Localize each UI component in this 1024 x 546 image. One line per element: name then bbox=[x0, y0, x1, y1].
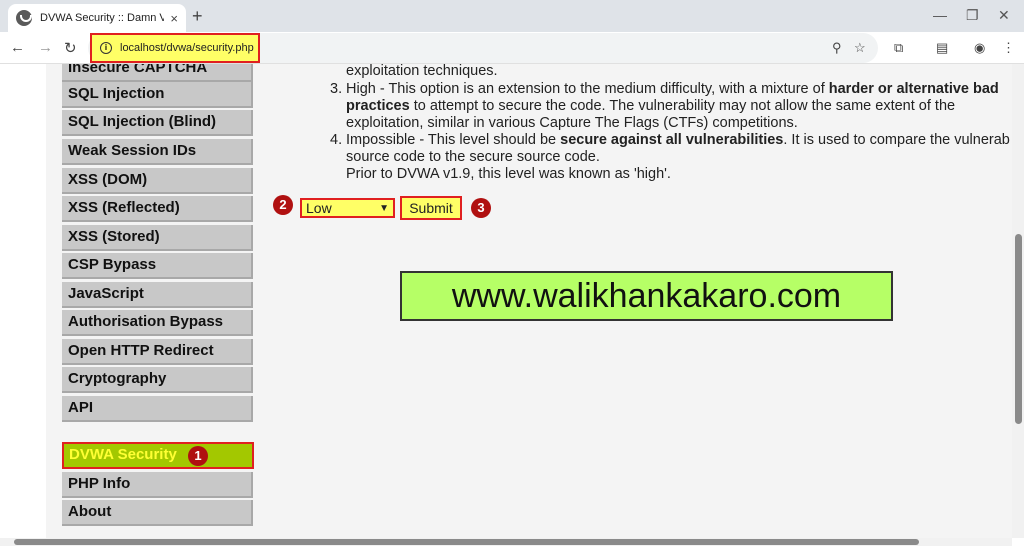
back-arrow-icon[interactable]: ← bbox=[10, 39, 25, 56]
watermark-banner: www.walikhankakaro.com bbox=[400, 271, 893, 321]
tab-close-icon[interactable]: × bbox=[170, 11, 178, 26]
sidebar-item-authorisation-bypass[interactable]: Authorisation Bypass bbox=[62, 310, 253, 336]
sidebar-item-cryptography[interactable]: Cryptography bbox=[62, 367, 253, 393]
tab-title: DVWA Security :: Damn Vulnera bbox=[40, 12, 165, 24]
text-span: to attempt to secure the code. The vulne… bbox=[409, 98, 956, 114]
text-line: practices to attempt to secure the code.… bbox=[346, 98, 955, 115]
sidebar-item-weak-session-ids[interactable]: Weak Session IDs bbox=[62, 139, 253, 165]
sidebar-item-xss-stored[interactable]: XSS (Stored) bbox=[62, 225, 253, 251]
sidebar-menu: Insecure CAPTCHA SQL Injection SQL Injec… bbox=[46, 64, 266, 538]
browser-tab[interactable]: DVWA Security :: Damn Vulnera × bbox=[8, 4, 186, 32]
sidebar-item-xss-reflected[interactable]: XSS (Reflected) bbox=[62, 196, 253, 222]
reading-list-icon[interactable]: ▤ bbox=[936, 40, 948, 56]
profile-icon[interactable]: ◉ bbox=[974, 40, 985, 56]
sidebar-item-label: DVWA Security bbox=[69, 446, 177, 463]
zoom-icon[interactable]: ⚲ bbox=[832, 40, 842, 56]
close-window-icon[interactable]: ✕ bbox=[998, 7, 1010, 24]
page-viewport: Insecure CAPTCHA SQL Injection SQL Injec… bbox=[0, 64, 1012, 538]
url-highlight[interactable]: i localhost/dvwa/security.php bbox=[90, 33, 260, 63]
chevron-down-icon: ▼ bbox=[379, 203, 389, 214]
text-line: Prior to DVWA v1.9, this level was known… bbox=[346, 166, 671, 182]
new-tab-button[interactable]: + bbox=[192, 6, 203, 27]
level-impossible-description: Impossible - This level should be secure… bbox=[346, 132, 1010, 149]
vertical-scrollbar[interactable] bbox=[1012, 64, 1024, 538]
level-high-description: High - This option is an extension to th… bbox=[346, 81, 999, 98]
sidebar-item-dvwa-security[interactable]: DVWA Security 1 bbox=[62, 442, 254, 469]
security-level-select[interactable]: Low ▼ bbox=[300, 198, 395, 218]
bold-text: secure against all vulnerabilities bbox=[560, 132, 784, 148]
sidebar-item-php-info[interactable]: PHP Info bbox=[62, 472, 253, 498]
step-badge-2: 2 bbox=[273, 195, 293, 215]
sidebar-item-open-http-redirect[interactable]: Open HTTP Redirect bbox=[62, 339, 253, 365]
sidebar-item-sql-injection[interactable]: SQL Injection bbox=[62, 82, 253, 108]
address-bar[interactable]: i localhost/dvwa/security.php ⚲ ☆ bbox=[88, 33, 878, 63]
bold-text: harder or alternative bad bbox=[828, 81, 999, 97]
sidebar-item-javascript[interactable]: JavaScript bbox=[62, 282, 253, 308]
tab-strip: DVWA Security :: Damn Vulnera × + — ❐ ✕ bbox=[0, 0, 1024, 32]
forward-arrow-icon[interactable]: → bbox=[38, 39, 53, 56]
bold-text: practices bbox=[346, 98, 410, 114]
restore-icon[interactable]: ❐ bbox=[966, 7, 979, 24]
vertical-scroll-thumb[interactable] bbox=[1015, 234, 1022, 424]
reload-icon[interactable]: ↻ bbox=[64, 39, 77, 57]
text-span: Impossible - This level should be bbox=[346, 132, 561, 148]
menu-kebab-icon[interactable]: ⋮ bbox=[1002, 40, 1015, 56]
extensions-icon[interactable]: ⧉ bbox=[894, 40, 903, 56]
browser-toolbar: ← → ↻ i localhost/dvwa/security.php ⚲ ☆ … bbox=[0, 32, 1024, 64]
url-text: localhost/dvwa/security.php bbox=[120, 42, 254, 54]
minimize-icon[interactable]: — bbox=[933, 7, 947, 23]
text-line: exploitation, similar in various Capture… bbox=[346, 115, 798, 131]
sidebar-item-csp-bypass[interactable]: CSP Bypass bbox=[62, 253, 253, 279]
text-line: source code to the secure source code. bbox=[346, 149, 600, 165]
horizontal-scrollbar[interactable] bbox=[0, 538, 1012, 546]
text-line: exploitation techniques. bbox=[346, 64, 498, 79]
sidebar-item-about[interactable]: About bbox=[62, 500, 253, 526]
bookmark-star-icon[interactable]: ☆ bbox=[854, 40, 866, 56]
sidebar-item-api[interactable]: API bbox=[62, 396, 253, 422]
text-span: . It is used to compare the vulnerab bbox=[783, 132, 1010, 148]
site-info-icon[interactable]: i bbox=[100, 42, 112, 54]
sidebar-item-insecure-captcha[interactable]: Insecure CAPTCHA bbox=[62, 64, 253, 82]
step-badge-3: 3 bbox=[471, 198, 491, 218]
submit-button[interactable]: Submit bbox=[400, 196, 462, 220]
dvwa-favicon-icon bbox=[16, 10, 32, 26]
sidebar-item-xss-dom[interactable]: XSS (DOM) bbox=[62, 168, 253, 194]
list-number: 3. bbox=[330, 81, 343, 97]
left-gutter bbox=[0, 64, 46, 538]
text-span: High - This option is an extension to th… bbox=[346, 81, 829, 97]
horizontal-scroll-thumb[interactable] bbox=[14, 539, 919, 545]
main-content: exploitation techniques. 3. High - This … bbox=[266, 64, 1012, 538]
list-number: 4. bbox=[330, 132, 343, 148]
step-badge-1: 1 bbox=[188, 446, 208, 466]
select-value: Low bbox=[306, 200, 332, 216]
sidebar-item-sql-injection-blind[interactable]: SQL Injection (Blind) bbox=[62, 110, 253, 136]
